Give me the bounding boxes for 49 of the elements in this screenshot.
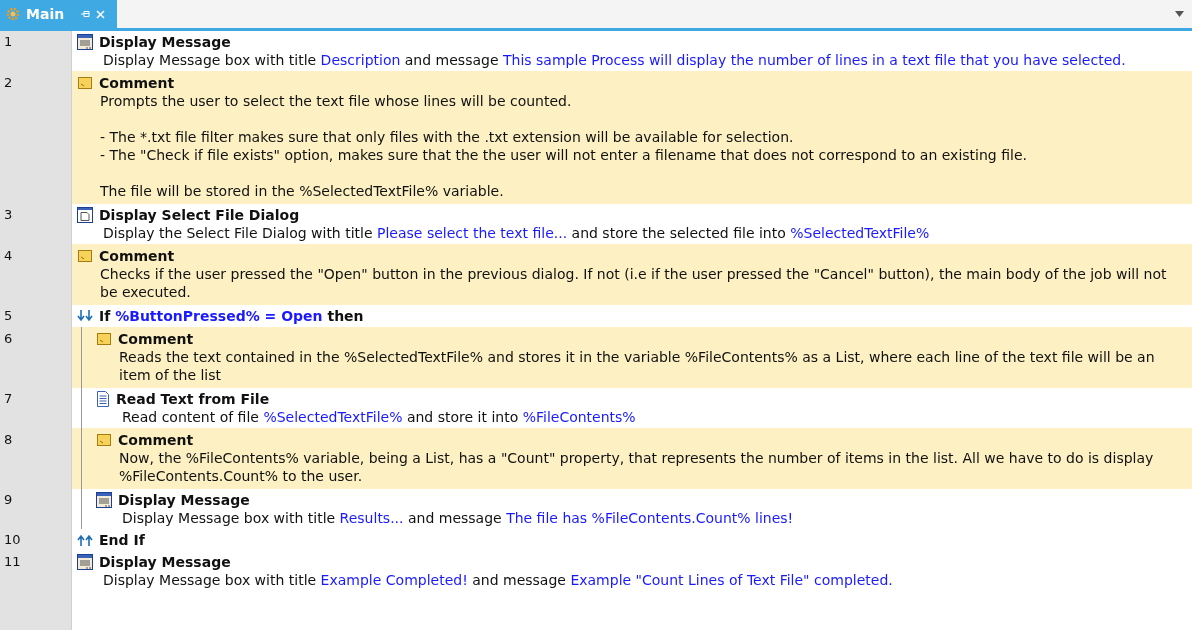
line-number: 10 [3,531,21,549]
line-number: 9 [3,491,13,509]
line-number: 11 [3,553,21,571]
action-title[interactable]: Comment [99,247,175,265]
comment-text: The file will be stored in the %SelectedTextFile% variable. [100,182,505,200]
action-title[interactable]: Display Select File Dialog [99,206,300,224]
message-box-icon [77,554,93,570]
message-box-icon [96,492,112,508]
dropdown-caret-icon[interactable] [1175,11,1184,17]
action-title[interactable]: End If [99,531,145,549]
line-number: 7 [3,390,13,408]
down-arrows-icon [77,309,93,323]
action-description: Display Message box with title Example Completed! and message Example "Count Lines of Text File" completed. [103,571,894,589]
line-number: 5 [3,307,13,325]
action-title[interactable]: Comment [118,330,194,348]
comment-text: - The "Check if file exists" option, makes sure that the the user will not enter a filename that does not correspond to an existing file. [100,146,1028,164]
line-number: 6 [3,330,13,348]
document-icon [96,391,110,407]
action-title[interactable]: Comment [118,431,194,449]
action-title[interactable]: Display Message [99,33,231,51]
comment-text: Reads the text contained in the %SelectedTextFile% and stores it in the variable %FileContents% as a List, where each line of the text file will be an item of the list [119,348,1156,384]
line-number: 3 [3,206,13,224]
action-title[interactable]: Comment [99,74,175,92]
action-description: Read content of file %SelectedTextFile% and store it into %FileContents% [122,408,637,426]
up-arrows-icon [77,533,93,547]
action-description: Display the Select File Dialog with title Please select the text file... and store the selected file into %SelectedTextFile% [103,224,931,242]
message-box-icon [77,34,93,50]
action-description: Display Message box with title Results... and message The file has %FileContents.Count% lines! [122,509,795,527]
line-number: 8 [3,431,13,449]
note-icon [96,432,112,448]
line-number: 1 [3,33,13,51]
line-number: 2 [3,74,13,92]
action-title[interactable]: Read Text from File [116,390,270,408]
action-title[interactable]: Display Message [118,491,250,509]
comment-text: Now, the %FileContents% variable, being a List, has a "Count" property, that represents the number of items in the list. All we have to do is display %FileContents.Count% to the user. [119,449,1155,485]
pin-icon[interactable] [80,9,91,19]
note-icon [77,75,93,91]
gear-icon [6,7,20,21]
comment-text: Prompts the user to select the text file whose lines will be counted. [100,92,573,110]
note-icon [77,248,93,264]
comment-text: - The *.txt file filter makes sure that only files with the .txt extension will be available for selection. [100,128,795,146]
action-title[interactable]: Display Message [99,553,231,571]
line-number: 4 [3,247,13,265]
comment-text: Checks if the user pressed the "Open" button in the previous dialog. If not (i.e if the user pressed the "Cancel" button), the main body of the job will not be executed. [100,265,1168,301]
dialog-window-icon [77,207,93,223]
action-title[interactable]: If %ButtonPressed% = Open then [99,307,364,325]
note-icon [96,331,112,347]
action-description: Display Message box with title Description and message This sample Process will display the number of lines in a text file that you have selected. [103,51,1127,69]
close-icon[interactable] [96,9,106,19]
